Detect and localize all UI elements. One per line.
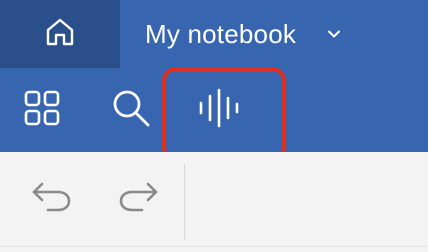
app-toolbar (0, 68, 428, 152)
dictate-button[interactable] (197, 88, 241, 132)
edit-toolbar (0, 152, 428, 252)
search-button[interactable] (109, 88, 153, 132)
notebook-tab[interactable]: My notebook (120, 0, 428, 68)
bottom-divider (0, 246, 428, 247)
toolbar-divider (184, 164, 185, 240)
top-bar: My notebook (0, 0, 428, 68)
chevron-down-icon[interactable] (326, 26, 342, 47)
grid-icon (23, 89, 61, 132)
redo-button[interactable] (114, 176, 162, 220)
search-icon (110, 87, 152, 134)
home-icon (43, 15, 77, 54)
redo-icon (116, 178, 160, 219)
home-tab[interactable] (0, 0, 120, 68)
undo-icon (30, 178, 74, 219)
notebook-title: My notebook (145, 19, 297, 49)
apps-button[interactable] (20, 88, 64, 132)
undo-button[interactable] (28, 176, 76, 220)
audio-waveform-icon (197, 86, 241, 135)
